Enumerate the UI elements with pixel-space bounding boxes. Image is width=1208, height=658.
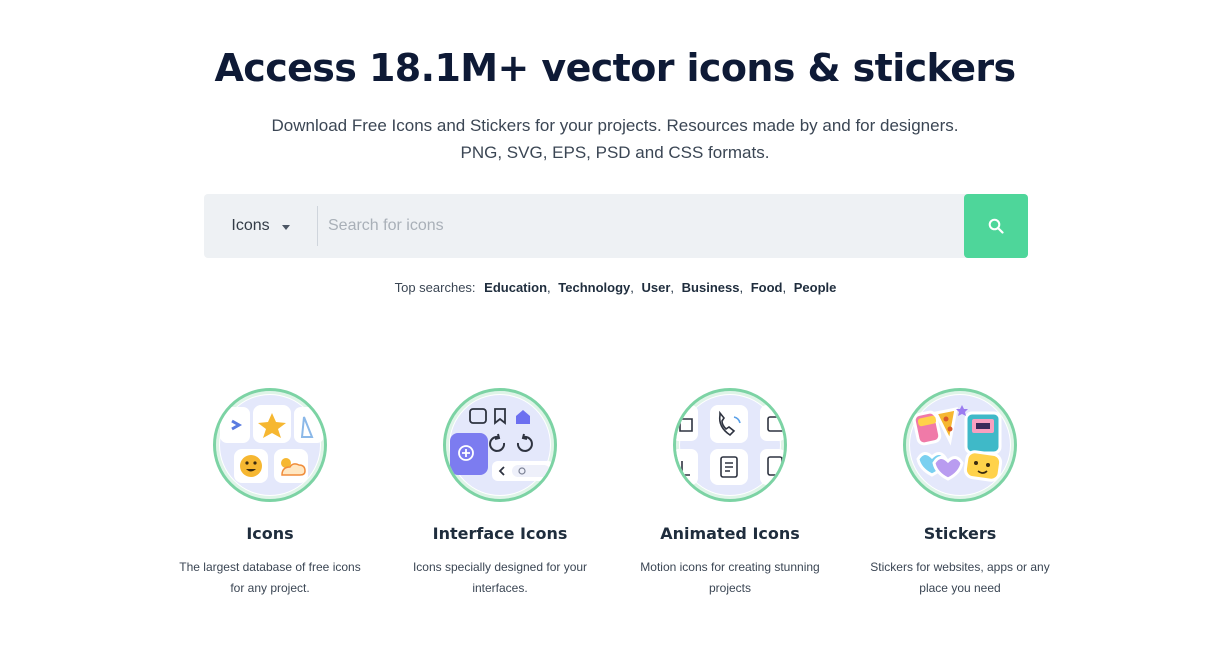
category-description: Icons specially designed for your interfa… [412,560,588,595]
top-searches-label: Top searches: [394,280,476,295]
interface-icons-preview-icon [443,388,557,502]
chevron-down-icon [281,224,290,230]
page-title: Access 18.1M+ vector icons & stickers [214,46,1016,90]
top-search-link[interactable]: Technology [558,280,630,295]
top-search-link[interactable]: People [794,280,837,295]
top-search-link[interactable]: Food [751,280,783,295]
search-type-dropdown[interactable]: Icons [204,194,317,258]
category-title: Interface Icons [432,524,568,543]
category-card-animated-icons[interactable]: Animated Icons Motion icons for creating… [615,388,845,599]
search-bar: Icons [204,194,1028,258]
animated-icons-preview-icon [673,388,787,502]
category-title: Icons [246,524,294,543]
search-icon [988,218,1004,234]
top-search-link[interactable]: Education [484,280,547,295]
search-button[interactable] [964,194,1028,258]
search-type-label: Icons [231,217,270,234]
top-searches: Top searches: Education, Technology, Use… [394,280,837,295]
category-card-interface-icons[interactable]: Interface Icons Icons specially designed… [385,388,615,599]
top-search-link[interactable]: User [642,280,671,295]
category-card-stickers[interactable]: Stickers Stickers for websites, apps or … [845,388,1075,599]
category-title: Animated Icons [660,524,800,543]
search-input[interactable] [318,194,964,258]
icons-preview-icon [213,388,327,502]
category-description: Motion icons for creating stunning projec… [640,560,820,595]
subtitle-line-2: PNG, SVG, EPS, PSD and CSS formats. [460,143,770,162]
page-subtitle: Download Free Icons and Stickers for you… [0,112,1208,166]
category-description: Stickers for websites, apps or any place … [870,560,1050,595]
category-description: The largest database of free icons for an… [179,560,361,595]
top-search-link[interactable]: Business [682,280,740,295]
category-card-icons[interactable]: Icons The largest database of free icons… [155,388,385,599]
stickers-preview-icon [903,388,1017,502]
category-title: Stickers [923,524,997,543]
subtitle-line-1: Download Free Icons and Stickers for you… [271,116,959,135]
